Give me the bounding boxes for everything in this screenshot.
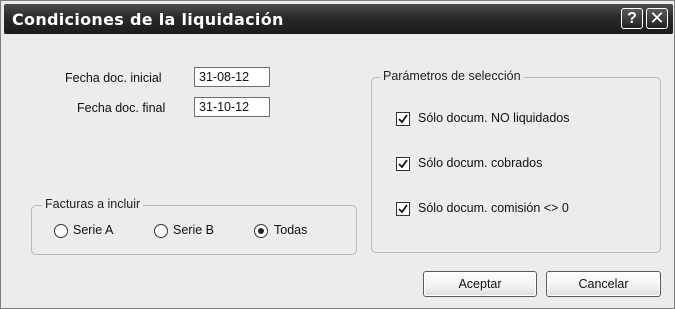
start-date-label: Fecha doc. inicial (65, 71, 162, 85)
selection-groupbox: Parámetros de selección Sólo docum. NO l… (371, 69, 661, 253)
checkbox-cobrados-label[interactable]: Sólo docum. cobrados (418, 156, 542, 170)
radio-serie-b-label[interactable]: Serie B (173, 223, 214, 237)
close-button[interactable]: ✕ (646, 8, 668, 29)
checkbox-cobrados[interactable] (396, 157, 410, 171)
radio-selected-dot (258, 228, 264, 234)
checkbox-comision-label[interactable]: Sólo docum. comisión <> 0 (418, 201, 569, 215)
dialog-window: Condiciones de la liquidación ? ✕ Fecha … (0, 0, 675, 309)
end-date-field[interactable]: 31-10-12 (194, 97, 270, 117)
radio-serie-a-label[interactable]: Serie A (73, 223, 113, 237)
checkbox-no-liquidados-label[interactable]: Sólo docum. NO liquidados (418, 111, 569, 125)
end-date-label: Fecha doc. final (77, 101, 166, 115)
close-icon: ✕ (649, 8, 665, 28)
checkmark-icon (398, 159, 408, 169)
checkmark-icon (398, 204, 408, 214)
radio-todas[interactable] (254, 224, 268, 238)
accept-button[interactable]: Aceptar (423, 271, 537, 297)
checkbox-no-liquidados[interactable] (396, 112, 410, 126)
help-icon: ? (627, 10, 637, 27)
radio-serie-a[interactable] (54, 224, 68, 238)
start-date-field[interactable]: 31-08-12 (194, 67, 270, 87)
cancel-button[interactable]: Cancelar (546, 271, 661, 297)
checkbox-comision[interactable] (396, 202, 410, 216)
dialog-title: Condiciones de la liquidación (12, 10, 284, 29)
invoices-group-title: Facturas a incluir (42, 197, 144, 211)
radio-serie-b[interactable] (154, 224, 168, 238)
radio-todas-label[interactable]: Todas (274, 223, 307, 237)
help-button[interactable]: ? (621, 8, 643, 29)
invoices-groupbox: Facturas a incluir Serie A Serie B Todas (31, 197, 357, 255)
selection-group-title: Parámetros de selección (380, 69, 524, 83)
checkmark-icon (398, 114, 408, 124)
title-bar[interactable]: Condiciones de la liquidación ? ✕ (4, 4, 673, 34)
